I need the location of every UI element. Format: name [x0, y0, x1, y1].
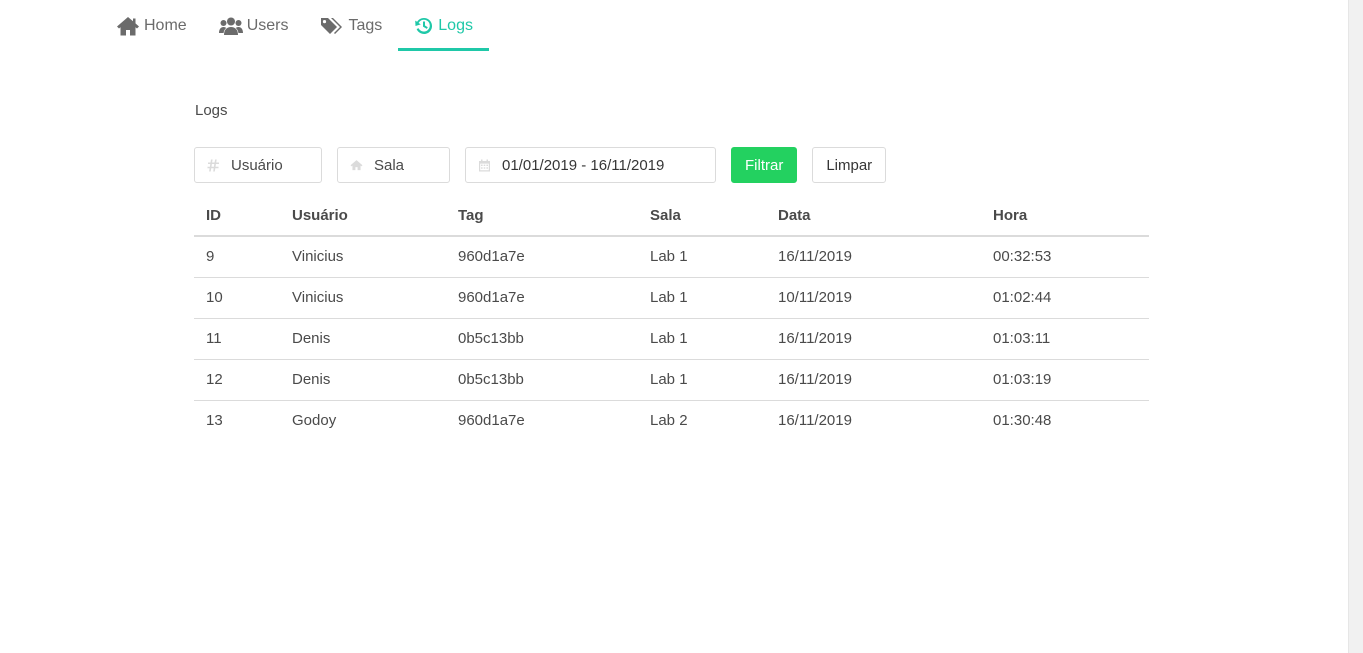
table-row: 12 Denis 0b5c13bb Lab 1 16/11/2019 01:03… — [194, 359, 1149, 401]
cell-tag: 960d1a7e — [446, 236, 638, 278]
cell-sala: Lab 1 — [638, 236, 766, 278]
table-row: 13 Godoy 960d1a7e Lab 2 16/11/2019 01:30… — [194, 400, 1149, 441]
cell-data: 16/11/2019 — [766, 318, 981, 360]
history-icon — [414, 16, 434, 36]
cell-tag: 0b5c13bb — [446, 318, 638, 360]
cell-user: Vinicius — [280, 236, 446, 278]
cell-sala: Lab 2 — [650, 412, 688, 430]
column-header-sala[interactable]: Sala — [638, 195, 766, 237]
users-icon — [218, 16, 243, 36]
cell-tag: 960d1a7e — [446, 277, 638, 319]
home-icon — [349, 158, 363, 172]
table-row: 9 Vinicius 960d1a7e Lab 1 16/11/2019 00:… — [194, 236, 1149, 278]
cell-id: 11 — [194, 318, 280, 360]
tab-tags-label: Tags — [348, 17, 383, 34]
table-row: 10 Vinicius 960d1a7e Lab 1 10/11/2019 01… — [194, 277, 1149, 319]
page-title: Logs — [195, 102, 228, 119]
cell-sala: Lab 1 — [638, 359, 766, 401]
logs-table: ID Usuário Tag Sala Data Hora 9 Vinicius… — [194, 195, 1149, 441]
cell-data: 16/11/2019 — [778, 412, 852, 430]
cell-hora: 01:03:11 — [981, 318, 1149, 360]
cell-sala: Lab 1 — [638, 318, 766, 360]
cell-hora: 01:30:48 — [993, 412, 1052, 430]
cell-id: 9 — [194, 236, 280, 278]
cell-data: 16/11/2019 — [766, 236, 981, 278]
column-header-data[interactable]: Data — [766, 195, 981, 237]
tab-logs[interactable]: Logs — [398, 0, 489, 52]
tab-users-label: Users — [246, 17, 289, 34]
table-row: 11 Denis 0b5c13bb Lab 1 16/11/2019 01:03… — [194, 318, 1149, 360]
column-header-hora[interactable]: Hora — [981, 195, 1149, 237]
cell-hora: 01:02:44 — [981, 277, 1149, 319]
cell-id: 10 — [194, 277, 280, 319]
column-header-tag[interactable]: Tag — [446, 195, 638, 237]
top-nav: Home Users Tags Logs — [100, 0, 489, 52]
tab-home[interactable]: Home — [100, 0, 203, 52]
vertical-scrollbar[interactable] — [1348, 0, 1363, 653]
clear-button[interactable]: Limpar — [812, 147, 887, 183]
cell-id: 13 — [206, 412, 223, 430]
hash-icon — [206, 158, 220, 172]
cell-sala: Lab 1 — [638, 277, 766, 319]
filter-bar: Filtrar Limpar — [194, 147, 887, 183]
cell-tag: 960d1a7e — [458, 412, 525, 430]
cell-tag: 0b5c13bb — [446, 359, 638, 401]
calendar-icon — [477, 158, 491, 172]
tab-logs-label: Logs — [438, 17, 473, 34]
cell-id: 12 — [194, 359, 280, 401]
column-header-id[interactable]: ID — [194, 195, 280, 237]
cell-data: 10/11/2019 — [766, 277, 981, 319]
home-icon — [116, 16, 140, 36]
table-header-row: ID Usuário Tag Sala Data Hora — [194, 195, 1149, 237]
filter-button[interactable]: Filtrar — [731, 147, 798, 183]
cell-user: Vinicius — [280, 277, 446, 319]
sala-filter-field — [337, 147, 450, 183]
date-range-input[interactable] — [466, 148, 715, 182]
tab-users[interactable]: Users — [203, 0, 305, 52]
user-filter-field — [194, 147, 322, 183]
date-range-field — [465, 147, 716, 183]
cell-user: Denis — [280, 359, 446, 401]
cell-data: 16/11/2019 — [766, 359, 981, 401]
cell-user: Godoy — [292, 412, 337, 430]
cell-hora: 01:03:19 — [981, 359, 1149, 401]
column-header-user[interactable]: Usuário — [280, 195, 446, 237]
tab-home-label: Home — [144, 17, 187, 34]
cell-hora: 00:32:53 — [981, 236, 1149, 278]
tab-tags[interactable]: Tags — [304, 0, 398, 52]
tags-icon — [320, 16, 344, 36]
cell-user: Denis — [280, 318, 446, 360]
